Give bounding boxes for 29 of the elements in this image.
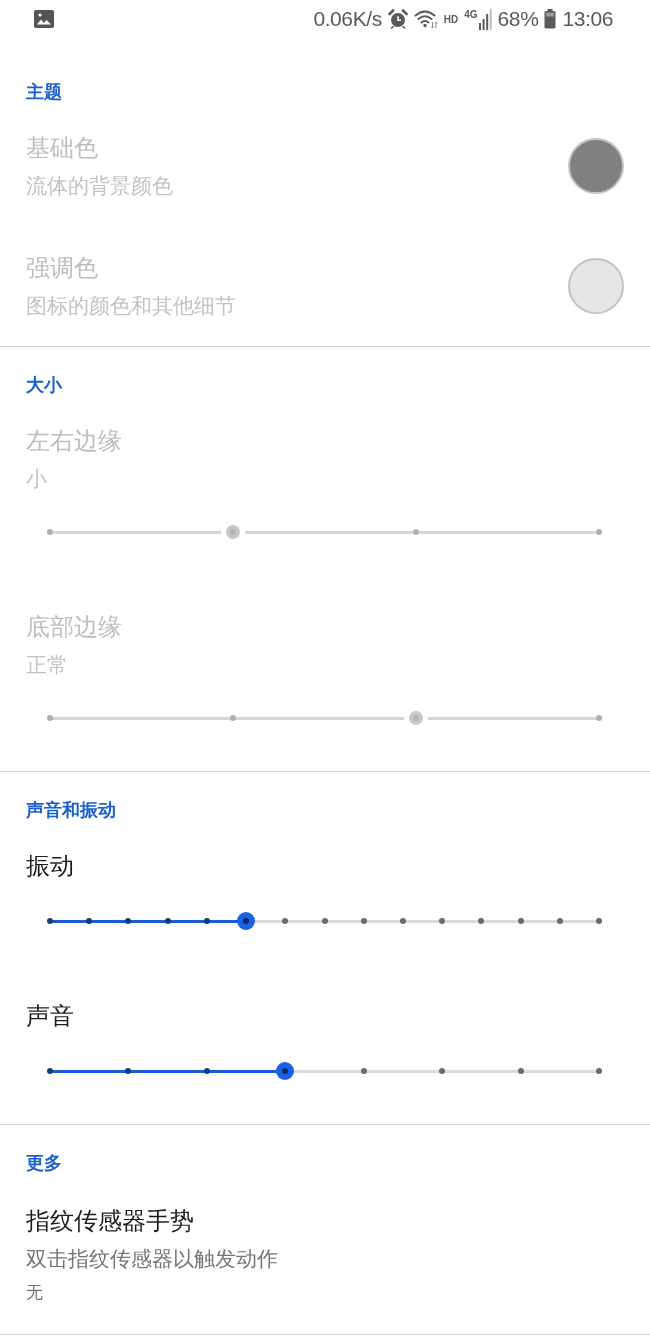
wifi-icon: [413, 9, 438, 29]
section-header: 主题: [26, 82, 62, 102]
setting-value: 无: [26, 1282, 43, 1304]
setting-title: 左右边缘: [26, 427, 122, 456]
setting-description: 流体的背景颜色: [26, 173, 173, 199]
setting-title: 振动: [26, 852, 74, 881]
alarm-clock-icon: [387, 9, 408, 29]
slider-thumb[interactable]: [276, 1062, 295, 1080]
section-header: 更多: [26, 1153, 62, 1173]
section-header: 声音和振动: [26, 800, 116, 820]
network-type-label: 4G: [464, 8, 478, 20]
signal-icon: [478, 8, 492, 30]
clock-time: 13:06: [562, 7, 613, 31]
setting-title: 指纹传感器手势: [26, 1207, 194, 1236]
setting-description: 双击指纹传感器以触发动作: [26, 1246, 278, 1272]
setting-description: 图标的颜色和其他细节: [26, 293, 236, 319]
section-header: 大小: [26, 375, 62, 395]
hd-label: HD: [443, 13, 459, 25]
setting-title: 基础色: [26, 134, 98, 163]
setting-title: 声音: [26, 1002, 74, 1031]
battery-percent: 68%: [497, 7, 539, 31]
slider-thumb[interactable]: [237, 912, 256, 930]
battery-icon: [544, 9, 557, 29]
setting-title: 强调色: [26, 254, 98, 283]
image-icon: [34, 10, 54, 28]
network-speed: 0.06K/s: [313, 7, 382, 31]
setting-value: 小: [26, 466, 47, 492]
setting-value: 正常: [26, 652, 68, 678]
setting-title: 底部边缘: [26, 613, 122, 642]
